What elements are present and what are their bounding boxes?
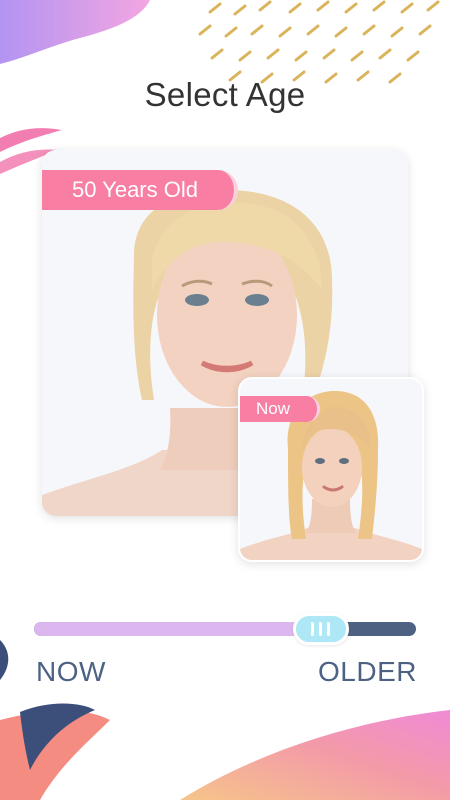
- slider-label-now: NOW: [36, 656, 106, 687]
- grip-line: [319, 622, 322, 636]
- age-slider-track[interactable]: [34, 613, 416, 645]
- now-tag: Now: [240, 396, 320, 422]
- age-tag: 50 Years Old: [42, 170, 238, 210]
- age-slider-fill: [34, 622, 321, 636]
- decorative-blob-top-left: [0, 0, 150, 64]
- page-title: Select Age: [144, 76, 306, 113]
- grip-line: [327, 622, 330, 636]
- age-slider-handle[interactable]: [292, 613, 349, 645]
- current-photo-card: Now: [238, 377, 424, 562]
- grip-line: [311, 622, 314, 636]
- slider-label-older: OLDER: [318, 656, 417, 687]
